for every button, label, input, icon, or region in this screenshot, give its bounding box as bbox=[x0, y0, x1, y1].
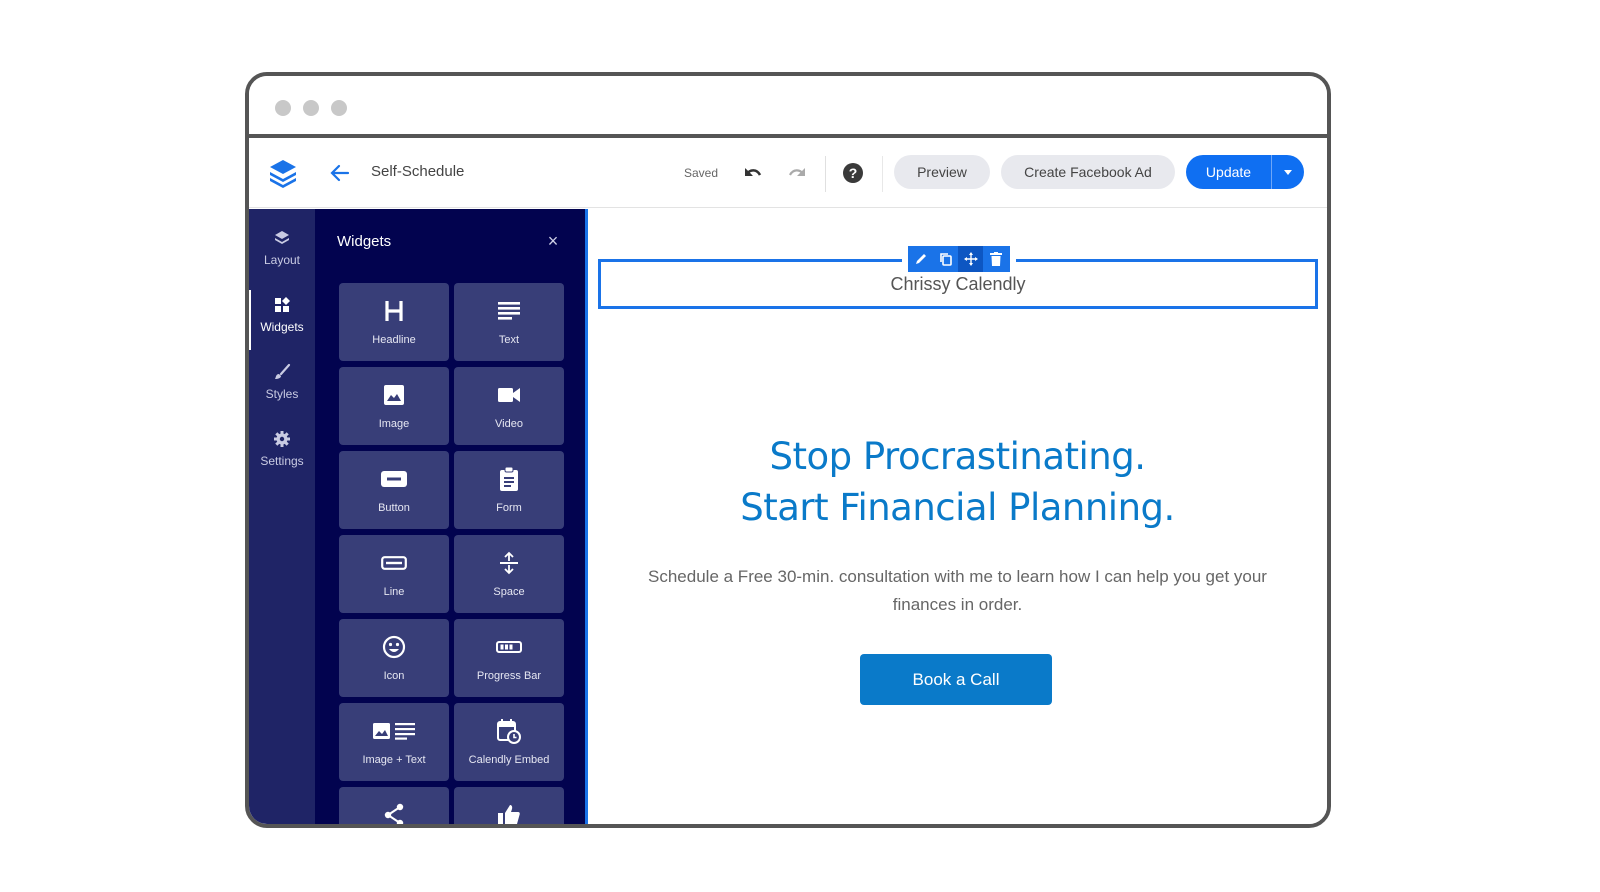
element-toolbar bbox=[902, 240, 1016, 278]
create-facebook-ad-button[interactable]: Create Facebook Ad bbox=[1001, 155, 1175, 189]
smiley-icon bbox=[339, 635, 449, 659]
widget-line[interactable]: Line bbox=[339, 535, 449, 613]
clipboard-icon bbox=[454, 467, 564, 491]
vertical-space-icon bbox=[454, 551, 564, 575]
widget-headline[interactable]: Headline bbox=[339, 283, 449, 361]
widget-label: Progress Bar bbox=[476, 670, 542, 682]
app-window: Self-Schedule Saved ? Preview Create Fac… bbox=[245, 72, 1331, 828]
image-text-icon bbox=[339, 719, 449, 743]
thumbs-up-icon bbox=[454, 803, 564, 824]
help-icon[interactable]: ? bbox=[843, 163, 863, 183]
hero-title-line-1: Stop Procrastinating. bbox=[769, 435, 1146, 478]
widget-label: Icon bbox=[383, 670, 405, 682]
duplicate-icon[interactable] bbox=[933, 246, 958, 272]
window-minimize-dot[interactable] bbox=[303, 100, 319, 116]
book-a-call-button[interactable]: Book a Call bbox=[860, 654, 1052, 705]
delete-icon[interactable] bbox=[983, 246, 1008, 272]
share-icon bbox=[339, 803, 449, 824]
widget-image[interactable]: Image bbox=[339, 367, 449, 445]
hero-title-line-2: Start Financial Planning. bbox=[740, 486, 1175, 529]
line-icon bbox=[339, 551, 449, 575]
divider bbox=[882, 156, 883, 192]
widget-button[interactable]: Button bbox=[339, 451, 449, 529]
gear-icon bbox=[274, 431, 290, 447]
headline-icon bbox=[339, 299, 449, 323]
chevron-down-icon[interactable] bbox=[1272, 155, 1304, 189]
widget-label: Line bbox=[383, 586, 405, 598]
button-icon bbox=[339, 467, 449, 491]
widget-label: Headline bbox=[372, 334, 416, 346]
rail-item-settings[interactable]: Settings bbox=[249, 422, 315, 482]
rail-item-layout[interactable]: Layout bbox=[249, 221, 315, 281]
widget-text[interactable]: Text bbox=[454, 283, 564, 361]
progress-bar-icon bbox=[454, 635, 564, 659]
widget-icon[interactable]: Icon bbox=[339, 619, 449, 697]
widgets-panel: Widgets × Headline Text Image Video Butt… bbox=[315, 209, 585, 824]
redo-icon[interactable] bbox=[785, 162, 809, 184]
widgets-icon bbox=[275, 297, 290, 312]
update-button[interactable]: Update bbox=[1186, 155, 1271, 189]
widget-label: Image bbox=[378, 418, 410, 430]
image-icon bbox=[339, 383, 449, 407]
widget-like[interactable] bbox=[454, 787, 564, 824]
calendar-clock-icon bbox=[454, 719, 564, 744]
rail-label: Settings bbox=[260, 454, 304, 468]
layers-logo-icon[interactable] bbox=[267, 158, 299, 188]
widget-image-text[interactable]: Image + Text bbox=[339, 703, 449, 781]
video-camera-icon bbox=[454, 383, 564, 407]
widget-label: Image + Text bbox=[362, 754, 426, 766]
move-icon[interactable] bbox=[958, 246, 983, 272]
window-close-dot[interactable] bbox=[275, 100, 291, 116]
widget-space[interactable]: Space bbox=[454, 535, 564, 613]
widget-label: Space bbox=[493, 586, 525, 598]
rail-label: Styles bbox=[265, 387, 299, 401]
widget-form[interactable]: Form bbox=[454, 451, 564, 529]
text-lines-icon bbox=[454, 299, 564, 323]
site-name-headline: Chrissy Calendly bbox=[890, 274, 1026, 294]
widget-label: Button bbox=[378, 502, 410, 514]
arrow-left-icon[interactable] bbox=[329, 160, 351, 186]
widget-calendly-embed[interactable]: Calendly Embed bbox=[454, 703, 564, 781]
divider bbox=[825, 156, 826, 192]
preview-button[interactable]: Preview bbox=[894, 155, 990, 189]
window-maximize-dot[interactable] bbox=[331, 100, 347, 116]
save-status: Saved bbox=[684, 166, 719, 180]
rail-label: Layout bbox=[263, 253, 301, 267]
close-icon[interactable]: × bbox=[543, 231, 563, 251]
widget-progress-bar[interactable]: Progress Bar bbox=[454, 619, 564, 697]
editor-rail: Layout Widgets Styles Settings bbox=[249, 209, 315, 824]
page-name: Self-Schedule bbox=[371, 163, 465, 180]
hero-section: Stop Procrastinating. Start Financial Pl… bbox=[588, 431, 1327, 619]
undo-icon[interactable] bbox=[741, 162, 765, 184]
selected-headline-element[interactable]: Chrissy Calendly bbox=[598, 240, 1318, 309]
window-titlebar bbox=[249, 76, 1327, 138]
panel-title: Widgets bbox=[337, 233, 392, 250]
widget-label: Form bbox=[496, 502, 522, 514]
widget-video[interactable]: Video bbox=[454, 367, 564, 445]
widget-share[interactable] bbox=[339, 787, 449, 824]
edit-icon[interactable] bbox=[908, 246, 933, 272]
layers-icon bbox=[275, 231, 289, 244]
page-canvas: Chrissy Calendly Stop Procrastinating. S… bbox=[585, 209, 1327, 824]
widget-label: Video bbox=[495, 418, 523, 430]
widget-label: Calendly Embed bbox=[468, 754, 550, 766]
hero-subtitle: Schedule a Free 30-min. consultation wit… bbox=[648, 567, 1267, 614]
rail-item-widgets[interactable]: Widgets bbox=[249, 288, 315, 350]
widget-label: Text bbox=[498, 334, 520, 346]
update-split-button: Update bbox=[1186, 155, 1304, 189]
rail-item-styles[interactable]: Styles bbox=[249, 355, 315, 415]
rail-label: Widgets bbox=[260, 320, 304, 334]
editor-header: Self-Schedule Saved ? Preview Create Fac… bbox=[249, 138, 1327, 208]
brush-icon bbox=[275, 363, 291, 379]
